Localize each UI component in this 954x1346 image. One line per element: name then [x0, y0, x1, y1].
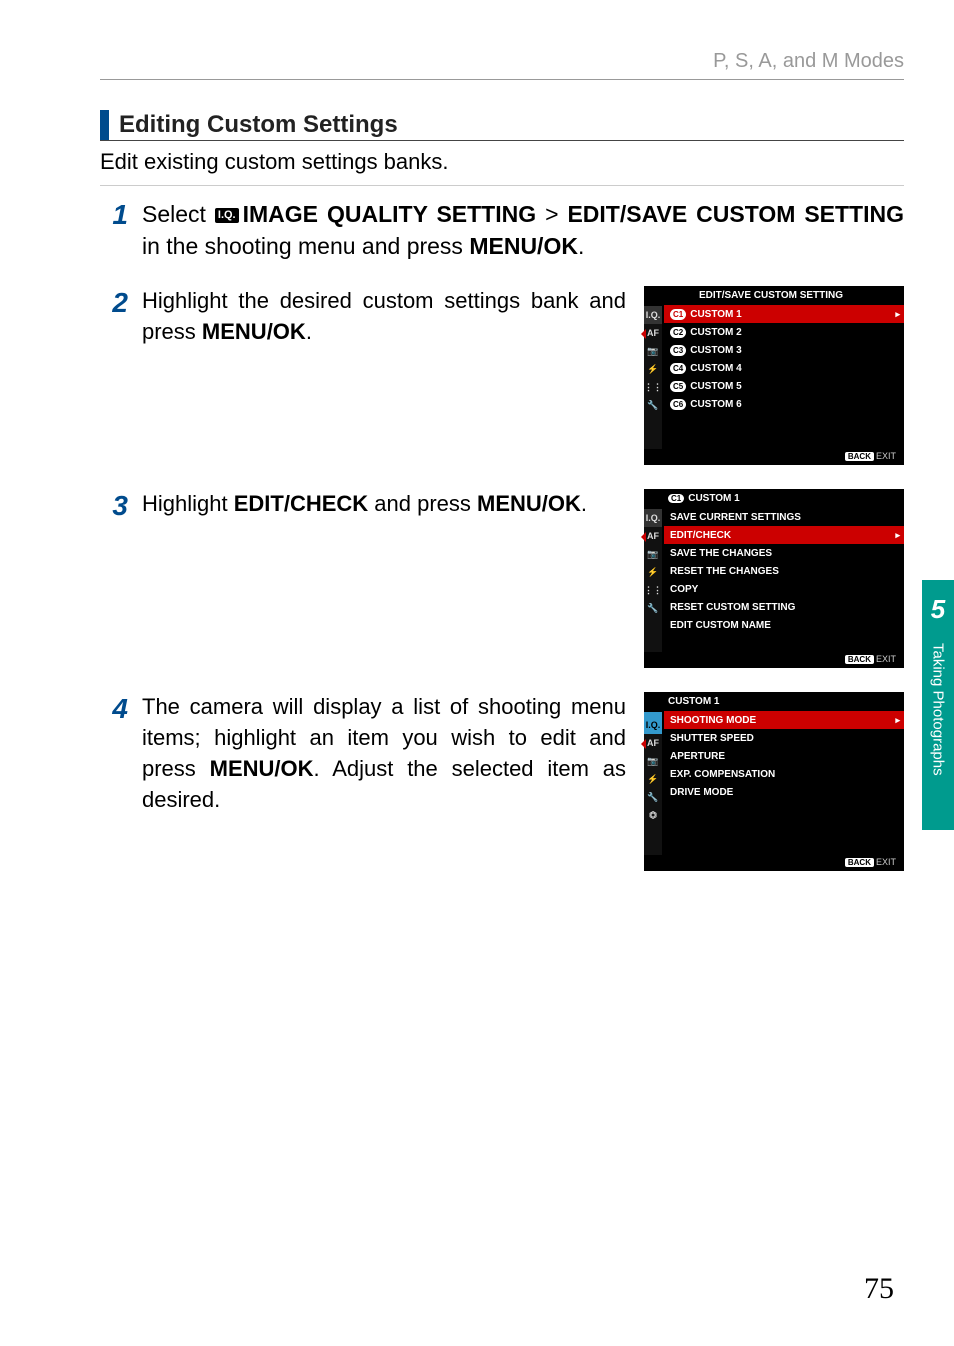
breadcrumb: P, S, A, and M Modes: [100, 50, 904, 80]
screen-sidebar: I.Q. AF 📷 ⚡ 🔧 ⏣: [644, 712, 662, 855]
chapter-side-tab: 5 Taking Photographs: [922, 580, 954, 830]
step-3-text: Highlight EDIT/CHECK and press MENU/OK.: [142, 489, 626, 668]
section-title: Editing Custom Settings: [119, 111, 398, 139]
page-number: 75: [864, 1272, 894, 1306]
screen-rows: SHOOTING MODE▸ SHUTTER SPEED APERTURE EX…: [664, 711, 904, 855]
back-badge[interactable]: BACK: [845, 655, 874, 664]
menu-row-custom5[interactable]: C5CUSTOM 5: [664, 377, 904, 395]
menu-row-custom3[interactable]: C3CUSTOM 3: [664, 341, 904, 359]
back-badge[interactable]: BACK: [845, 858, 874, 867]
camera-screen-custom1-items: CUSTOM 1 I.Q. AF 📷 ⚡ 🔧 ⏣ SHOOTING MODE▸ …: [644, 692, 904, 871]
screen-rows: SAVE CURRENT SETTINGS EDIT/CHECK▸ SAVE T…: [664, 508, 904, 652]
menu-row-custom4[interactable]: C4CUSTOM 4: [664, 359, 904, 377]
menu-row-drive-mode[interactable]: DRIVE MODE: [664, 783, 904, 801]
screen-title: EDIT/SAVE CUSTOM SETTING: [644, 286, 904, 305]
step-4-text: The camera will display a list of shooti…: [142, 692, 626, 871]
chevron-right-icon: ▸: [895, 530, 900, 541]
menu-row-empty: [664, 431, 904, 449]
sidebar-af-icon: AF: [644, 324, 662, 342]
camera-screen-custom1-menu: C1CUSTOM 1 I.Q. AF 📷 ⚡ ⋮⋮ 🔧 SAVE CURRENT…: [644, 489, 904, 668]
sidebar-iq-icon: I.Q.: [644, 716, 662, 734]
chapter-label: Taking Photographs: [930, 643, 947, 776]
sidebar-disc-icon: ⏣: [644, 806, 662, 824]
screen-footer: BACKEXIT: [664, 449, 904, 461]
step-number: 1: [100, 198, 128, 229]
iq-icon: I.Q.: [215, 208, 239, 223]
menu-row-shooting-mode[interactable]: SHOOTING MODE▸: [664, 711, 904, 729]
menu-row-custom1[interactable]: C1CUSTOM 1▸: [664, 305, 904, 323]
chevron-right-icon: ▸: [895, 715, 900, 726]
menu-row-custom2[interactable]: C2CUSTOM 2: [664, 323, 904, 341]
sidebar-af-icon: AF: [644, 734, 662, 752]
menu-row-empty: [664, 634, 904, 652]
sidebar-camera-icon: 📷: [644, 545, 662, 563]
sidebar-camera-icon: 📷: [644, 342, 662, 360]
chevron-right-icon: ▸: [895, 309, 900, 320]
menu-row-custom6[interactable]: C6CUSTOM 6: [664, 395, 904, 413]
screen-rows: C1CUSTOM 1▸ C2CUSTOM 2 C3CUSTOM 3 C4CUST…: [664, 305, 904, 449]
step-3: 3 Highlight EDIT/CHECK and press MENU/OK…: [100, 489, 904, 668]
sidebar-af-icon: AF: [644, 527, 662, 545]
menu-row-empty: [664, 413, 904, 431]
sidebar-camera-icon: 📷: [644, 752, 662, 770]
sidebar-wrench-icon: 🔧: [644, 788, 662, 806]
screen-sidebar: I.Q. AF 📷 ⚡ ⋮⋮ 🔧: [644, 509, 662, 652]
menu-row-empty: [664, 801, 904, 819]
step-2-text: Highlight the desired custom settings ba…: [142, 286, 626, 465]
screen-footer: BACKEXIT: [664, 652, 904, 664]
screen-title: CUSTOM 1: [644, 692, 904, 711]
sidebar-flash-icon: ⚡: [644, 770, 662, 788]
step-number: 4: [100, 692, 128, 723]
camera-screen-edit-save: EDIT/SAVE CUSTOM SETTING I.Q. AF 📷 ⚡ ⋮⋮ …: [644, 286, 904, 465]
back-badge[interactable]: BACK: [845, 452, 874, 461]
sidebar-iq-icon: I.Q.: [644, 306, 662, 324]
step-4: 4 The camera will display a list of shoo…: [100, 692, 904, 871]
screen-sidebar: I.Q. AF 📷 ⚡ ⋮⋮ 🔧: [644, 306, 662, 449]
menu-row-shutter-speed[interactable]: SHUTTER SPEED: [664, 729, 904, 747]
menu-row-empty: [664, 837, 904, 855]
sidebar-flash-icon: ⚡: [644, 563, 662, 581]
sidebar-flash-icon: ⚡: [644, 360, 662, 378]
intro-text: Edit existing custom settings banks.: [100, 149, 904, 186]
step-1-text: Select I.Q.IMAGE QUALITY SETTING > EDIT/…: [142, 198, 904, 262]
menu-row-save-current[interactable]: SAVE CURRENT SETTINGS: [664, 508, 904, 526]
menu-row-aperture[interactable]: APERTURE: [664, 747, 904, 765]
sidebar-movie-icon: ⋮⋮: [644, 378, 662, 396]
sidebar-wrench-icon: 🔧: [644, 599, 662, 617]
menu-row-copy[interactable]: COPY: [664, 580, 904, 598]
chapter-number: 5: [931, 594, 945, 625]
menu-row-reset-custom[interactable]: RESET CUSTOM SETTING: [664, 598, 904, 616]
step-number: 3: [100, 489, 128, 520]
menu-row-empty: [664, 819, 904, 837]
sidebar-wrench-icon: 🔧: [644, 396, 662, 414]
menu-row-reset-changes[interactable]: RESET THE CHANGES: [664, 562, 904, 580]
step-number: 2: [100, 286, 128, 317]
accent-bar: [100, 110, 109, 140]
step-2: 2 Highlight the desired custom settings …: [100, 286, 904, 465]
section-heading: Editing Custom Settings: [100, 110, 904, 141]
screen-footer: BACKEXIT: [664, 855, 904, 867]
sidebar-iq-icon: I.Q.: [644, 509, 662, 527]
menu-row-edit-check[interactable]: EDIT/CHECK▸: [664, 526, 904, 544]
menu-row-edit-name[interactable]: EDIT CUSTOM NAME: [664, 616, 904, 634]
sidebar-movie-icon: ⋮⋮: [644, 581, 662, 599]
menu-row-save-changes[interactable]: SAVE THE CHANGES: [664, 544, 904, 562]
menu-row-exp-comp[interactable]: EXP. COMPENSATION: [664, 765, 904, 783]
screen-title: C1CUSTOM 1: [644, 489, 904, 508]
step-1: 1 Select I.Q.IMAGE QUALITY SETTING > EDI…: [100, 198, 904, 262]
